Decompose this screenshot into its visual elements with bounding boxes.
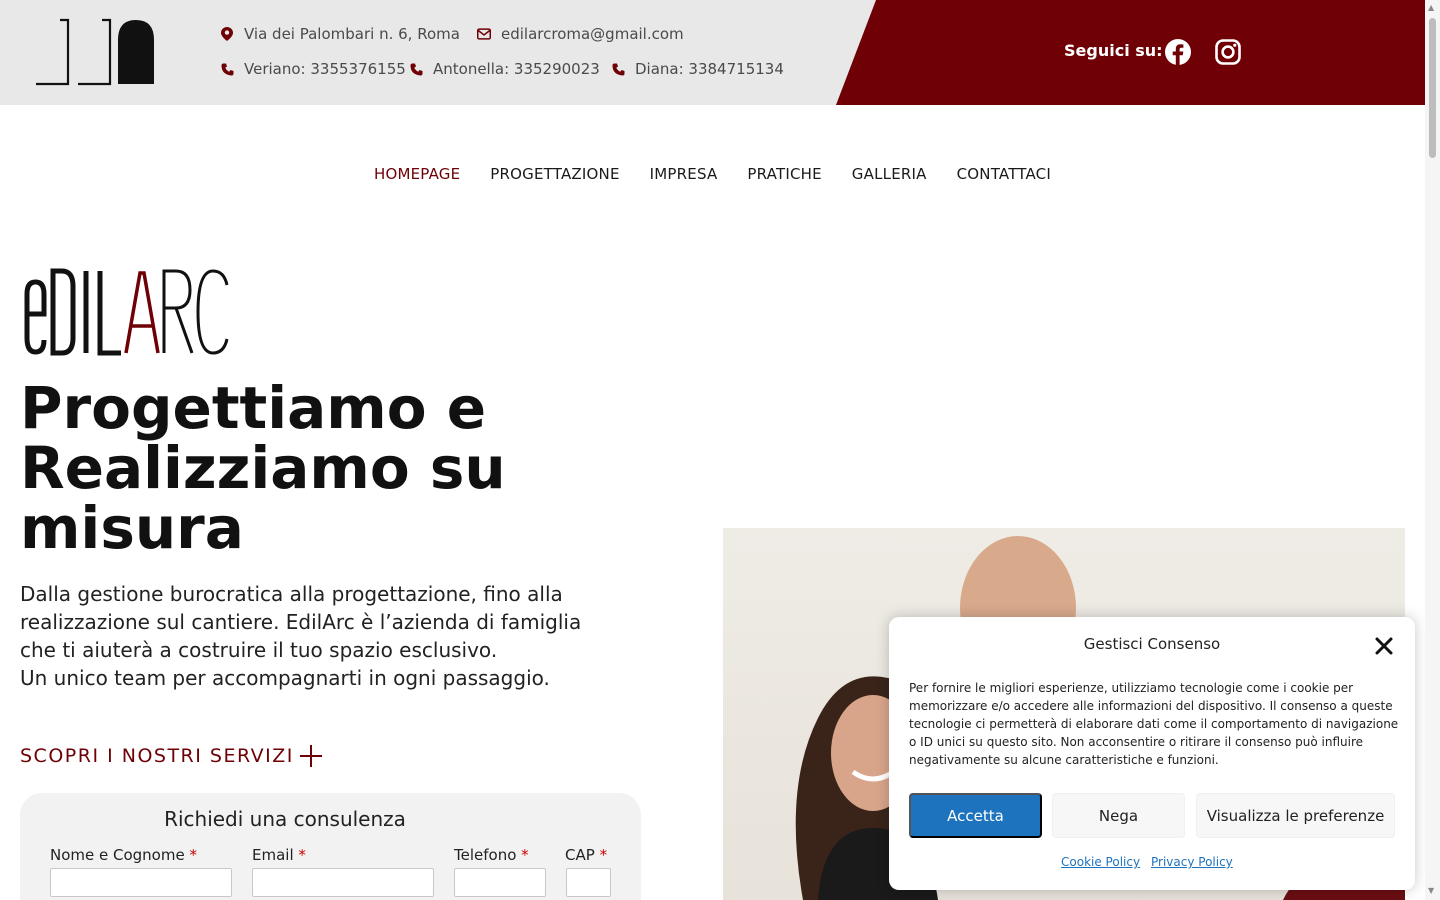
email-label: Email * [252, 846, 306, 864]
deny-button[interactable]: Nega [1052, 793, 1185, 838]
nav-item-pratiche[interactable]: PRATICHE [747, 165, 821, 183]
email-input[interactable] [252, 868, 434, 897]
address-info: Via dei Palombari n. 6, Roma [220, 25, 460, 43]
cookie-policy-link[interactable]: Cookie Policy [1061, 855, 1140, 869]
logo-mark[interactable] [34, 18, 156, 86]
cookie-consent-dialog: Gestisci Consenso Per fornire le miglior… [889, 617, 1415, 890]
plus-icon [299, 745, 322, 767]
brand-logo [24, 268, 229, 356]
nav-item-impresa[interactable]: IMPRESA [650, 165, 718, 183]
phone-text-2[interactable]: Antonella: 335290023 [433, 60, 600, 78]
close-icon[interactable] [1373, 635, 1395, 657]
name-input[interactable] [50, 868, 232, 897]
phone-text-3[interactable]: Diana: 3384715134 [635, 60, 784, 78]
hero-lead: Dalla gestione burocratica alla progetta… [20, 580, 600, 692]
page-scrollbar[interactable]: ▲ ▼ [1425, 0, 1440, 900]
phone-label: Telefono * [454, 846, 529, 864]
accept-button[interactable]: Accetta [909, 793, 1042, 838]
map-pin-icon [220, 27, 234, 41]
hero-lead-line: Dalla gestione burocratica alla progetta… [20, 582, 563, 606]
phone-icon [409, 62, 423, 76]
email-label-text: Email [252, 846, 294, 864]
services-cta[interactable]: SCOPRI I NOSTRI SERVIZI [20, 745, 322, 767]
cap-label: CAP * [565, 846, 607, 864]
required-mark: * [298, 846, 306, 864]
cap-input[interactable] [566, 868, 611, 897]
consultation-form: Richiedi una consulenza Nome e Cognome *… [20, 793, 641, 900]
hero-lead-line: Un unico team per accompagnarti in ogni … [20, 666, 550, 690]
main-nav: HOMEPAGE PROGETTAZIONE IMPRESA PRATICHE … [0, 165, 1425, 183]
privacy-policy-link[interactable]: Privacy Policy [1151, 855, 1233, 869]
scrollbar-thumb[interactable] [1429, 18, 1436, 158]
nav-item-progettazione[interactable]: PROGETTAZIONE [490, 165, 619, 183]
required-mark: * [521, 846, 529, 864]
hero-lead-line: che ti aiuterà a costruire il tuo spazio… [20, 638, 498, 662]
nav-item-homepage[interactable]: HOMEPAGE [374, 165, 460, 183]
phone-info-3[interactable]: Diana: 3384715134 [611, 60, 784, 78]
phone-icon [611, 62, 625, 76]
phone-info-1[interactable]: Veriano: 3355376155 [220, 60, 406, 78]
cookie-text: Per fornire le migliori esperienze, util… [909, 681, 1399, 767]
name-label: Nome e Cognome * [50, 846, 197, 864]
phone-label-text: Telefono [454, 846, 517, 864]
preferences-button[interactable]: Visualizza le preferenze [1196, 793, 1395, 838]
email-text[interactable]: edilarcroma@gmail.com [501, 25, 684, 43]
name-label-text: Nome e Cognome [50, 846, 185, 864]
hero-lead-line: realizzazione sul cantiere. EdilArc è l’… [20, 610, 582, 634]
required-mark: * [599, 846, 608, 864]
nav-item-galleria[interactable]: GALLERIA [852, 165, 927, 183]
phone-icon [220, 62, 234, 76]
scroll-down-icon[interactable]: ▼ [1428, 886, 1434, 895]
cap-label-text: CAP [565, 846, 595, 864]
phone-text-1[interactable]: Veriano: 3355376155 [244, 60, 406, 78]
hero-title: Progettiamo e Realizziamo su misura [20, 374, 506, 562]
scroll-up-icon[interactable]: ▲ [1428, 3, 1434, 12]
facebook-icon[interactable] [1164, 38, 1192, 66]
form-title: Richiedi una consulenza [164, 807, 406, 831]
nav-item-contattaci[interactable]: CONTATTACI [957, 165, 1051, 183]
social-label: Seguici su: [1064, 41, 1163, 60]
email-info[interactable]: edilarcroma@gmail.com [477, 25, 684, 43]
cookie-title: Gestisci Consenso [1083, 635, 1221, 653]
phone-input[interactable] [454, 868, 546, 897]
phone-info-2[interactable]: Antonella: 335290023 [409, 60, 600, 78]
address-text: Via dei Palombari n. 6, Roma [244, 25, 460, 43]
instagram-icon[interactable] [1214, 38, 1242, 66]
services-cta-label[interactable]: SCOPRI I NOSTRI SERVIZI [20, 745, 294, 767]
required-mark: * [189, 846, 197, 864]
envelope-icon [477, 27, 491, 41]
